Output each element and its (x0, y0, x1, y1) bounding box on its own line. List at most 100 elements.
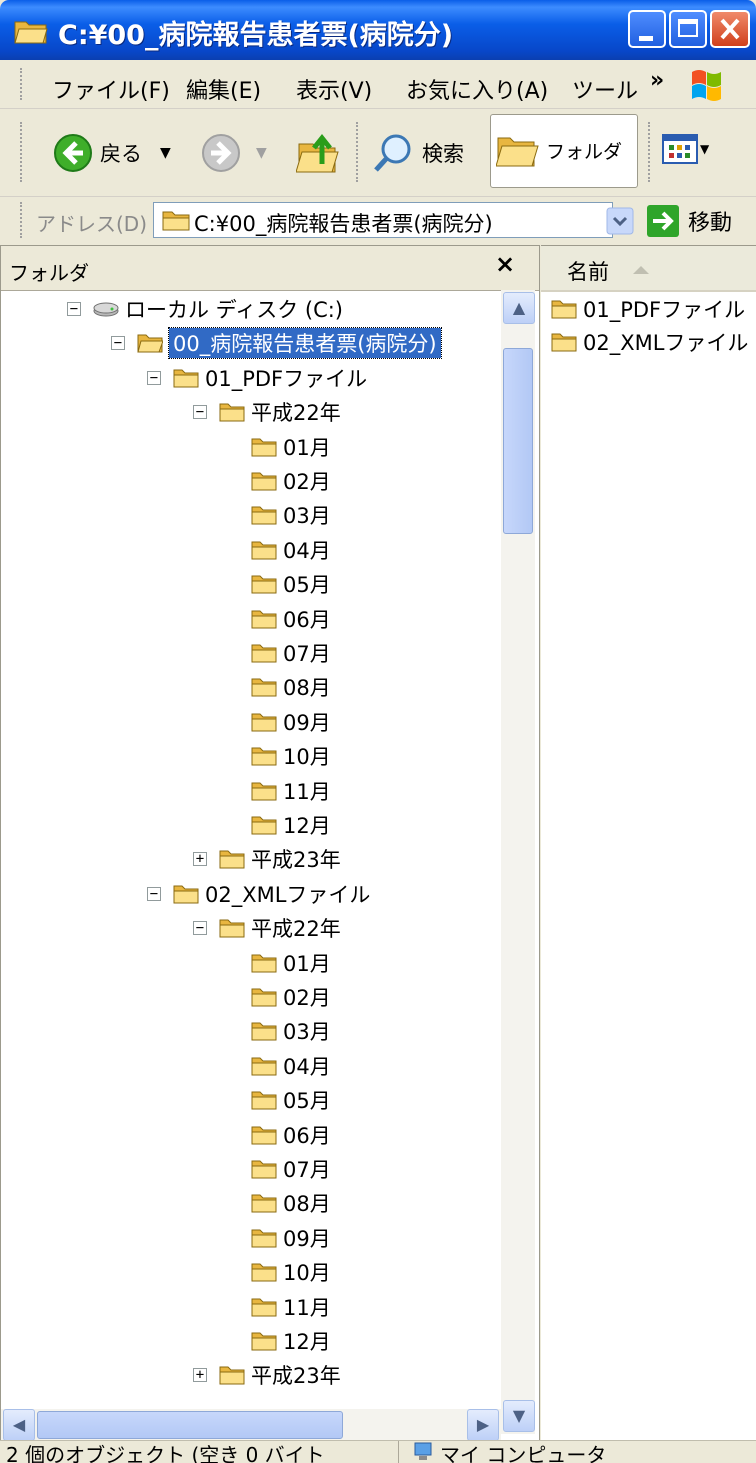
tree-node[interactable]: 04月 (251, 533, 331, 567)
tree-node[interactable]: 03月 (251, 1014, 331, 1048)
maximize-icon (678, 19, 698, 37)
tree-node[interactable]: 09月 (251, 705, 331, 739)
scroll-right-button[interactable]: ▶ (467, 1409, 499, 1441)
tree-node-label: 08月 (283, 676, 331, 701)
tree-node[interactable]: 10月 (251, 1255, 331, 1289)
collapse-icon[interactable]: − (147, 370, 161, 385)
tree-node[interactable]: 11月 (251, 1290, 331, 1324)
up-folder-icon[interactable] (296, 130, 342, 176)
address-dropdown-icon[interactable] (606, 207, 634, 235)
menu-grip[interactable] (20, 68, 25, 100)
tree-node[interactable]: 12月 (251, 1324, 331, 1358)
views-dropdown-icon[interactable]: ▼ (700, 142, 709, 156)
toolbar-grip[interactable] (20, 122, 25, 182)
collapse-icon[interactable]: − (193, 921, 207, 936)
expand-icon[interactable]: + (193, 1368, 207, 1383)
folder-icon (251, 1229, 277, 1248)
tree-node[interactable]: + 平成23年 (193, 1358, 341, 1392)
views-button[interactable]: ▼ (662, 134, 709, 164)
toolbar-separator (356, 122, 361, 182)
collapse-icon[interactable]: − (67, 302, 81, 316)
maximize-button[interactable] (669, 10, 707, 48)
folder-pane-vscrollbar[interactable]: ▲ ▼ (501, 290, 535, 1434)
tree-node[interactable]: 01月 (251, 946, 331, 980)
address-input[interactable]: C:¥00_病院報告患者票(病院分) (153, 202, 613, 238)
tree-node[interactable]: 07月 (251, 636, 331, 670)
tree-node[interactable]: 01月 (251, 430, 331, 464)
tree-node-label: 03月 (283, 504, 331, 529)
collapse-icon[interactable]: − (193, 405, 207, 420)
scroll-thumb[interactable] (503, 348, 533, 534)
menu-edit[interactable]: 編集(E) (186, 73, 261, 105)
tree-node-label: 11月 (283, 1295, 331, 1320)
forward-dropdown-icon[interactable]: ▼ (256, 145, 267, 161)
tree-node[interactable]: 11月 (251, 774, 331, 808)
tree-node[interactable]: − ローカル ディスク (C:) (67, 292, 343, 326)
folder-icon (551, 300, 577, 319)
address-grip[interactable] (20, 202, 25, 238)
tree-node[interactable]: + 平成23年 (193, 842, 341, 876)
expand-icon[interactable]: + (193, 852, 207, 867)
tree-node[interactable]: 10月 (251, 739, 331, 773)
tree-node[interactable]: 05月 (251, 567, 331, 601)
search-button[interactable]: 検索 (372, 132, 464, 174)
hscroll-thumb[interactable] (37, 1411, 343, 1439)
tree-node-label: 11月 (283, 779, 331, 804)
tree-node[interactable]: 12月 (251, 808, 331, 842)
collapse-icon[interactable]: − (111, 336, 125, 351)
folder-icon (251, 713, 277, 732)
collapse-icon[interactable]: − (147, 886, 161, 901)
file-list: 名前 01_PDFファイル 02_XMLファイル (541, 245, 756, 1453)
tree-node[interactable]: − 02_XMLファイル (147, 877, 370, 911)
folder-icon (251, 1332, 277, 1351)
tree-node[interactable]: 07月 (251, 1152, 331, 1186)
tree-node[interactable]: − 平成22年 (193, 911, 341, 945)
folder-icon (251, 575, 277, 594)
tree-node[interactable]: 06月 (251, 1118, 331, 1152)
column-name-label: 名前 (567, 260, 609, 284)
folder-icon (251, 678, 277, 697)
tree-node[interactable]: 08月 (251, 1186, 331, 1220)
tree-node[interactable]: − 平成22年 (193, 395, 341, 429)
menu-view[interactable]: 表示(V) (296, 73, 372, 105)
menu-tools[interactable]: ツール (572, 73, 638, 105)
tree-node[interactable]: − 00_病院報告患者票(病院分) (111, 326, 442, 360)
tree-node[interactable]: 06月 (251, 602, 331, 636)
folder-pane-hscrollbar[interactable]: ◀ ▶ (1, 1409, 501, 1441)
status-location: マイ コンピュータ (440, 1443, 607, 1463)
folder-tree: − ローカル ディスク (C:) −00_病院報告患者票(病院分) −01_PDFファ… (1, 290, 501, 1440)
title-bar[interactable]: C:¥00_病院報告患者票(病院分) (0, 0, 756, 60)
close-button[interactable] (710, 10, 750, 48)
tree-node[interactable]: 02月 (251, 980, 331, 1014)
tree-node[interactable]: − 01_PDFファイル (147, 361, 367, 395)
folder-pane-close-button[interactable]: × (495, 250, 515, 278)
menu-overflow-chevron[interactable]: » (650, 68, 664, 93)
back-button[interactable]: 戻る ▼ (52, 132, 171, 174)
scroll-down-button[interactable]: ▼ (503, 1400, 535, 1432)
folder-pane-title: フォルダ (9, 261, 89, 285)
search-label: 検索 (422, 142, 464, 166)
file-item[interactable]: 02_XMLファイル (551, 327, 748, 357)
back-dropdown-icon[interactable]: ▼ (160, 145, 171, 161)
go-button[interactable]: 移動 (646, 204, 732, 238)
tree-node[interactable]: 09月 (251, 1221, 331, 1255)
scroll-left-button[interactable]: ◀ (3, 1409, 35, 1441)
tree-node[interactable]: 04月 (251, 1049, 331, 1083)
tree-node[interactable]: 08月 (251, 670, 331, 704)
back-arrow-icon (54, 134, 92, 172)
folders-button-content[interactable]: フォルダ (496, 130, 622, 170)
menu-file[interactable]: ファイル(F) (52, 73, 170, 105)
column-header-name[interactable]: 名前 (541, 246, 756, 292)
tree-node[interactable]: 02月 (251, 464, 331, 498)
tree-node-label: 01月 (283, 435, 331, 460)
forward-button[interactable]: ▼ (200, 132, 267, 174)
folder-open-icon (137, 334, 163, 353)
scroll-up-button[interactable]: ▲ (503, 292, 535, 324)
tree-node[interactable]: 05月 (251, 1083, 331, 1117)
file-item[interactable]: 01_PDFファイル (551, 294, 745, 324)
menu-favorites[interactable]: お気に入り(A) (406, 73, 548, 105)
tree-node[interactable]: 03月 (251, 498, 331, 532)
minimize-button[interactable] (628, 10, 666, 48)
tree-node-label: 01月 (283, 951, 331, 976)
tree-node-label: 00_病院報告患者票(病院分) (168, 327, 442, 360)
